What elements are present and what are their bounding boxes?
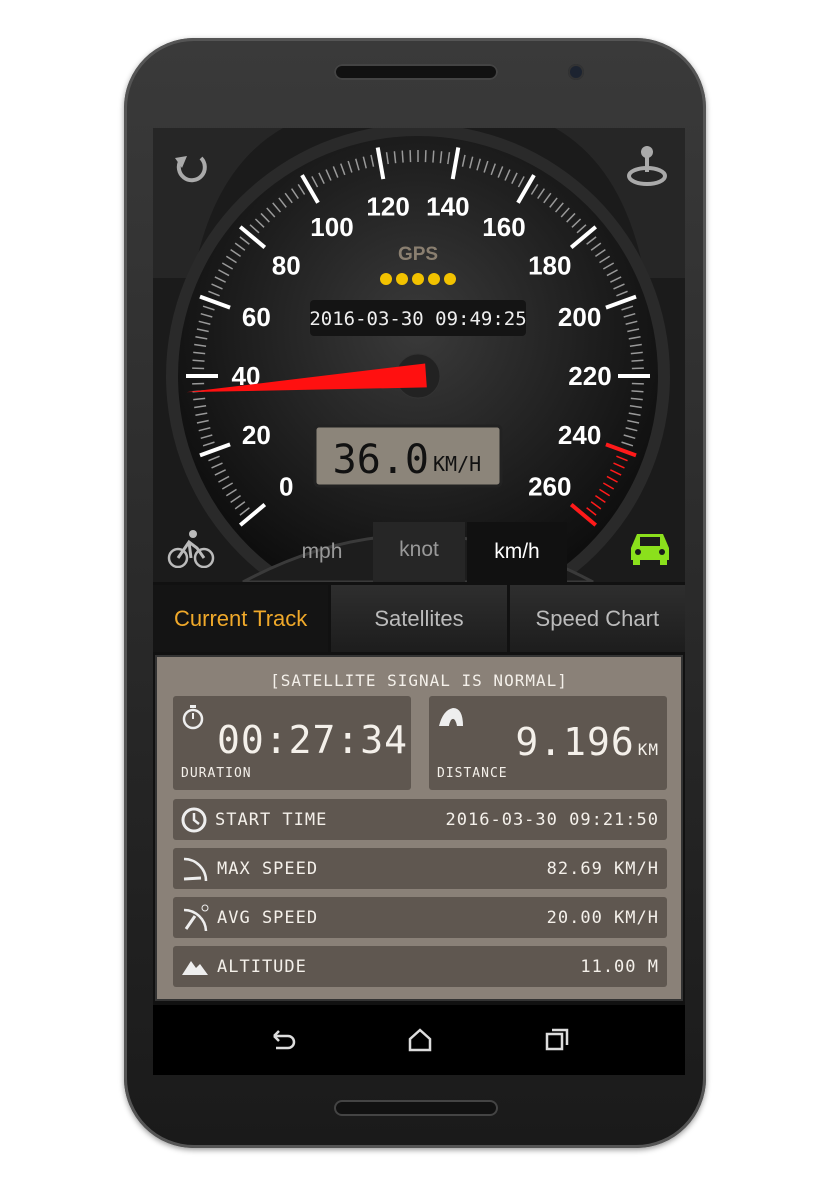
gps-signal-dot [380, 273, 392, 285]
joystick-icon[interactable] [627, 146, 667, 186]
avg-speed-label: AVG SPEED [217, 907, 319, 928]
gauge-label-60: 60 [242, 302, 271, 332]
duration-card: 00:27:34 DURATION [173, 696, 411, 790]
unit-kmh[interactable]: km/h [467, 522, 567, 582]
minor-tick [631, 359, 644, 362]
bicycle-icon[interactable] [167, 528, 215, 568]
gps-signal-dot [396, 273, 408, 285]
gauge-label-180: 180 [528, 250, 571, 280]
avg-speed-row: AVG SPEED 20.00 KM/H [173, 897, 667, 938]
altitude-value: 11.00 M [580, 956, 659, 977]
current-track-panel: [SATELLITE SIGNAL IS NORMAL] 00:27:34 DU… [155, 655, 683, 1001]
signal-status: [SATELLITE SIGNAL IS NORMAL] [270, 671, 568, 690]
distance-label: DISTANCE [437, 766, 508, 781]
avg-speed-gauge-icon [183, 904, 209, 931]
distance-unit: KM [637, 740, 659, 759]
gauge-label-0: 0 [279, 472, 293, 502]
gps-signal-dot [428, 273, 440, 285]
front-camera [568, 64, 584, 80]
unit-knot[interactable]: knot [373, 522, 465, 582]
duration-value: 00:27:34 [217, 718, 409, 762]
start-time-label: START TIME [215, 809, 328, 830]
distance-card: 9.196 KM DISTANCE [429, 696, 667, 790]
gauge-label-120: 120 [366, 192, 409, 222]
gauge-label-160: 160 [482, 212, 525, 242]
minor-tick [631, 390, 644, 393]
start-time-value: 2016-03-30 09:21:50 [445, 809, 659, 830]
unit-mph[interactable]: mph [273, 522, 371, 582]
tab-satellites[interactable]: Satellites [331, 585, 507, 652]
duration-label: DURATION [181, 766, 252, 781]
gauge-label-140: 140 [426, 192, 469, 222]
android-nav-bar [153, 1005, 685, 1075]
gauge-label-80: 80 [272, 250, 301, 280]
minor-tick [432, 150, 435, 163]
datetime-text: 2016-03-30 09:49:25 [309, 308, 526, 330]
digital-speed-value: 36.0 [333, 437, 429, 483]
speedometer-gauge: 020406080100120 140160180200220240260 GPS… [153, 128, 685, 628]
road-icon [439, 708, 463, 726]
back-icon[interactable] [268, 1028, 296, 1052]
app-screen: 0 20 40 60 80 100 120 140 160 180 200 220 240 260 GPS… [153, 128, 685, 1075]
mountain-icon [182, 960, 208, 975]
minor-tick [401, 150, 404, 163]
gauge-label-220: 220 [568, 361, 611, 391]
clock-icon [181, 807, 207, 832]
gauge-label-200: 200 [558, 302, 601, 332]
stopwatch-icon [182, 705, 204, 730]
altitude-label: ALTITUDE [217, 956, 307, 977]
gauge-label-240: 240 [558, 420, 601, 450]
max-speed-row: MAX SPEED 82.69 KM/H [173, 848, 667, 889]
max-speed-label: MAX SPEED [217, 858, 319, 879]
start-time-row: START TIME 2016-03-30 09:21:50 [173, 799, 667, 840]
gauge-label-100: 100 [310, 212, 353, 242]
gps-label: GPS [398, 244, 438, 265]
max-speed-gauge-icon [183, 857, 208, 881]
gps-signal-dot [444, 273, 456, 285]
tab-current-track[interactable]: Current Track [153, 585, 329, 652]
avg-speed-value: 20.00 KM/H [546, 907, 659, 928]
gauge-label-260: 260 [528, 472, 571, 502]
digital-speed-unit: KM/H [433, 452, 481, 476]
recents-icon[interactable] [544, 1027, 570, 1053]
top-speaker [334, 64, 498, 80]
tab-bar: Current Track Satellites Speed Chart [153, 585, 685, 652]
distance-value: 9.196 [515, 720, 635, 764]
bottom-speaker [334, 1100, 498, 1116]
altitude-row: ALTITUDE 11.00 M [173, 946, 667, 987]
gps-signal-dot [412, 273, 424, 285]
tab-speed-chart[interactable]: Speed Chart [509, 585, 685, 652]
speedometer-area: 0 20 40 60 80 100 120 140 160 180 200 220 240 260 GPS… [153, 128, 685, 628]
car-icon[interactable] [627, 528, 673, 568]
gauge-label-20: 20 [242, 420, 271, 450]
refresh-icon[interactable] [171, 146, 211, 186]
minor-tick [192, 359, 205, 362]
max-speed-value: 82.69 KM/H [546, 858, 659, 879]
home-icon[interactable] [407, 1028, 433, 1052]
